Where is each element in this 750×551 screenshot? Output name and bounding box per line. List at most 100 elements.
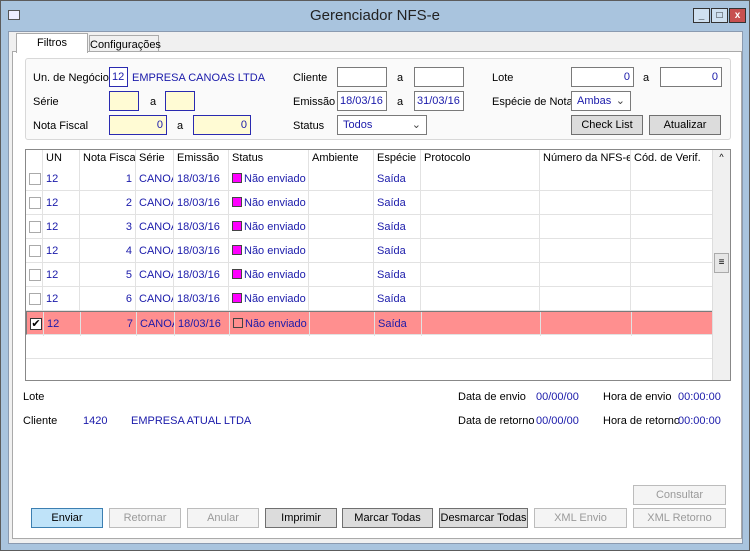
cell-emissao-text: 18/03/16 [177,245,220,257]
marcar-todas-button[interactable]: Marcar Todas [342,508,433,528]
table-row[interactable]: ✔ 12 7 CANOA 18/03/16 Não enviado Saída [26,311,714,336]
cell-especie-text: Saída [377,293,406,305]
col-status[interactable]: Status [229,150,309,167]
check-list-button[interactable]: Check List [571,115,643,135]
cell-un-text: 12 [46,197,59,209]
lote-from-input[interactable]: 0 [571,67,634,87]
cell-un: 12 [43,263,80,287]
cell-emissao: 18/03/16 [175,312,230,336]
tab-configuracoes[interactable]: Configurações [89,35,161,52]
row-check-cell [26,167,43,191]
cell-nota-text: 1 [125,173,132,185]
anular-button[interactable]: Anular [187,508,259,528]
xml-envio-button[interactable]: XML Envio [534,508,627,528]
col-emissao[interactable]: Emissão [174,150,229,167]
cell-status: Não enviado [229,263,309,287]
row-checkbox[interactable]: ✔ [30,318,42,330]
especie-select[interactable]: Ambas ⌄ [571,91,631,111]
status-select-value: Todos [343,119,373,131]
imprimir-button[interactable]: Imprimir [265,508,337,528]
cell-nota: 1 [80,167,136,191]
emissao-from-input[interactable]: 18/03/16 [337,91,387,111]
cell-un: 12 [43,215,80,239]
col-ambiente[interactable]: Ambiente [309,150,374,167]
nfse-grid: UN Nota Fiscal Série Emissão Status Ambi… [25,149,731,381]
atualizar-button[interactable]: Atualizar [649,115,721,135]
table-row[interactable]: 12 6 CANOA 18/03/16 Não enviado Saída [26,287,713,311]
vertical-scrollbar[interactable]: ^ ≡ [712,150,730,380]
un-negocio-input[interactable]: 12 [109,67,128,87]
desmarcar-todas-button[interactable]: Desmarcar Todas [439,508,528,528]
nota-from-input[interactable]: 0 [109,115,167,135]
col-nota-fiscal[interactable]: Nota Fiscal [80,150,136,167]
especie-label: Espécie de Nota [492,96,573,108]
table-row[interactable]: 12 3 CANOA 18/03/16 Não enviado Saída [26,215,713,239]
cell-especie-text: Saída [377,197,406,209]
header-check [26,150,43,167]
enviar-button[interactable]: Enviar [31,508,103,528]
cell-status-text: Não enviado [244,197,306,209]
row-checkbox[interactable] [29,221,41,233]
xml-retorno-button[interactable]: XML Retorno [633,508,726,528]
cell-nota: 7 [81,312,137,336]
retornar-button[interactable]: Retornar [109,508,181,528]
cell-un-text: 12 [46,221,59,233]
cell-serie-text: CANOA [139,221,173,233]
nota-to-input[interactable]: 0 [193,115,251,135]
cell-status-text: Não enviado [244,173,306,185]
col-un[interactable]: UN [43,150,80,167]
cell-un: 12 [43,287,80,311]
scroll-thumb[interactable]: ≡ [714,253,729,273]
cell-ambiente [310,312,375,336]
emissao-label: Emissão [293,96,336,108]
close-button[interactable]: x [729,8,746,23]
maximize-button[interactable]: □ [711,8,728,23]
serie-to-input[interactable] [165,91,195,111]
col-especie[interactable]: Espécie [374,150,421,167]
cell-numero [540,167,631,191]
cliente-to-input[interactable] [414,67,464,87]
row-checkbox[interactable] [29,197,41,209]
col-serie[interactable]: Série [136,150,174,167]
cliente-from-input[interactable] [337,67,387,87]
serie-from-input[interactable] [109,91,139,111]
cell-especie: Saída [374,215,421,239]
cell-ambiente [309,191,374,215]
cell-emissao-text: 18/03/16 [178,318,221,330]
col-numero-nfse[interactable]: Número da NFS-e [540,150,631,167]
table-row[interactable]: 12 1 CANOA 18/03/16 Não enviado Saída [26,167,713,191]
lote-label: Lote [492,72,514,84]
status-select[interactable]: Todos ⌄ [337,115,427,135]
cell-status: Não enviado [229,191,309,215]
cell-emissao-text: 18/03/16 [177,197,220,209]
cell-nota-text: 4 [125,245,132,257]
cell-numero [540,239,631,263]
table-row[interactable]: 12 4 CANOA 18/03/16 Não enviado Saída [26,239,713,263]
consultar-protocolo-button[interactable]: Consultar Protocolo [633,485,726,519]
cell-numero [540,263,631,287]
cell-serie-text: CANOA [139,269,173,281]
cell-cod [632,312,714,336]
tab-filtros[interactable]: Filtros [16,33,88,53]
table-row[interactable]: 12 5 CANOA 18/03/16 Não enviado Saída [26,263,713,287]
cell-nota-text: 2 [125,197,132,209]
cell-numero [541,312,632,336]
minimize-button[interactable]: _ [693,8,710,23]
table-row[interactable]: 12 2 CANOA 18/03/16 Não enviado Saída [26,191,713,215]
cell-protocolo [421,239,540,263]
row-checkbox[interactable] [29,269,41,281]
lote-to-input[interactable]: 0 [660,67,722,87]
emissao-to-input[interactable]: 31/03/16 [414,91,464,111]
row-checkbox[interactable] [29,245,41,257]
cell-serie-text: CANOA [139,293,173,305]
row-checkbox[interactable] [29,293,41,305]
col-cod-verif[interactable]: Cód. de Verif. [631,150,713,167]
cell-serie: CANOA [136,167,174,191]
scroll-up-icon[interactable]: ^ [713,150,730,164]
cell-un-text: 12 [46,269,59,281]
cell-serie: CANOA [136,287,174,311]
cell-serie-text: CANOA [139,197,173,209]
row-checkbox[interactable] [29,173,41,185]
col-protocolo[interactable]: Protocolo [421,150,540,167]
row-check-cell [26,287,43,311]
